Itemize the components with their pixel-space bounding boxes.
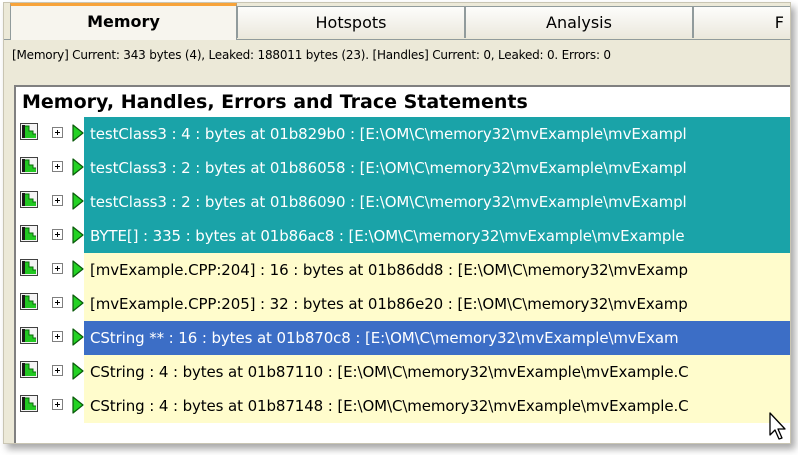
green-triangle-icon [72, 226, 84, 244]
row-text: [mvExample.CPP:205] : 32 : bytes at 01b8… [84, 287, 790, 321]
plus-box-icon[interactable] [52, 331, 63, 342]
green-triangle-icon [72, 328, 84, 346]
tab-analysis[interactable]: Analysis [465, 6, 693, 38]
row-text: BYTE[] : 335 : bytes at 01b86ac8 : [E:\O… [84, 219, 790, 253]
leak-flag-icon [20, 157, 38, 174]
row-icon-gutter [16, 321, 84, 355]
green-triangle-icon [72, 294, 84, 312]
row-icon-gutter [16, 219, 84, 253]
tab-partial[interactable]: F [693, 6, 790, 38]
tree-row[interactable]: testClass3 : 2 : bytes at 01b86090 : [E:… [16, 185, 790, 219]
row-icon-gutter [16, 389, 84, 423]
row-icon-gutter [16, 287, 84, 321]
memory-validator-window: Memory Hotspots Analysis F [Memory] Curr… [3, 2, 791, 444]
leak-flag-icon [20, 191, 38, 208]
row-text: CString ** : 16 : bytes at 01b870c8 : [E… [84, 321, 790, 355]
row-text: testClass3 : 2 : bytes at 01b86058 : [E:… [84, 151, 790, 185]
leak-flag-icon [20, 293, 38, 310]
green-triangle-icon [72, 192, 84, 210]
green-triangle-icon [72, 158, 84, 176]
green-triangle-icon [72, 362, 84, 380]
tree-row[interactable]: BYTE[] : 335 : bytes at 01b86ac8 : [E:\O… [16, 219, 790, 253]
plus-box-icon[interactable] [52, 161, 63, 172]
tree-row[interactable]: [mvExample.CPP:204] : 16 : bytes at 01b8… [16, 253, 790, 287]
leak-flag-icon [20, 259, 38, 276]
leak-flag-icon [20, 225, 38, 242]
row-icon-gutter [16, 355, 84, 389]
status-summary: [Memory] Current: 343 bytes (4), Leaked:… [12, 48, 611, 62]
mouse-cursor-icon [769, 412, 786, 440]
plus-box-icon[interactable] [52, 399, 63, 410]
plus-box-icon[interactable] [52, 229, 63, 240]
row-text: testClass3 : 4 : bytes at 01b829b0 : [E:… [84, 117, 790, 151]
plus-box-icon[interactable] [52, 297, 63, 308]
tree-row[interactable]: [mvExample.CPP:205] : 32 : bytes at 01b8… [16, 287, 790, 321]
row-icon-gutter [16, 185, 84, 219]
tab-hotspots[interactable]: Hotspots [237, 6, 465, 38]
row-text: CString : 4 : bytes at 01b87110 : [E:\OM… [84, 355, 790, 389]
tab-bar: Memory Hotspots Analysis F [4, 3, 790, 40]
plus-box-icon[interactable] [52, 127, 63, 138]
tree-row[interactable]: testClass3 : 4 : bytes at 01b829b0 : [E:… [16, 117, 790, 151]
green-triangle-icon [72, 124, 84, 142]
tree-rows: testClass3 : 4 : bytes at 01b829b0 : [E:… [16, 117, 790, 423]
leak-flag-icon [20, 123, 38, 140]
plus-box-icon[interactable] [52, 365, 63, 376]
tree-row[interactable]: CString : 4 : bytes at 01b87110 : [E:\OM… [16, 355, 790, 389]
panel-title: Memory, Handles, Errors and Trace Statem… [16, 87, 790, 117]
tab-memory[interactable]: Memory [10, 3, 237, 40]
row-icon-gutter [16, 253, 84, 287]
leak-flag-icon [20, 395, 38, 412]
tree-row[interactable]: CString : 4 : bytes at 01b87148 : [E:\OM… [16, 389, 790, 423]
tree-row-selected[interactable]: CString ** : 16 : bytes at 01b870c8 : [E… [16, 321, 790, 355]
row-icon-gutter [16, 117, 84, 151]
memory-tree-panel[interactable]: Memory, Handles, Errors and Trace Statem… [14, 85, 790, 443]
row-text: testClass3 : 2 : bytes at 01b86090 : [E:… [84, 185, 790, 219]
green-triangle-icon [72, 396, 84, 414]
plus-box-icon[interactable] [52, 263, 63, 274]
tree-row[interactable]: testClass3 : 2 : bytes at 01b86058 : [E:… [16, 151, 790, 185]
green-triangle-icon [72, 260, 84, 278]
row-text: CString : 4 : bytes at 01b87148 : [E:\OM… [84, 389, 790, 423]
row-text: [mvExample.CPP:204] : 16 : bytes at 01b8… [84, 253, 790, 287]
leak-flag-icon [20, 361, 38, 378]
row-icon-gutter [16, 151, 84, 185]
leak-flag-icon [20, 327, 38, 344]
plus-box-icon[interactable] [52, 195, 63, 206]
